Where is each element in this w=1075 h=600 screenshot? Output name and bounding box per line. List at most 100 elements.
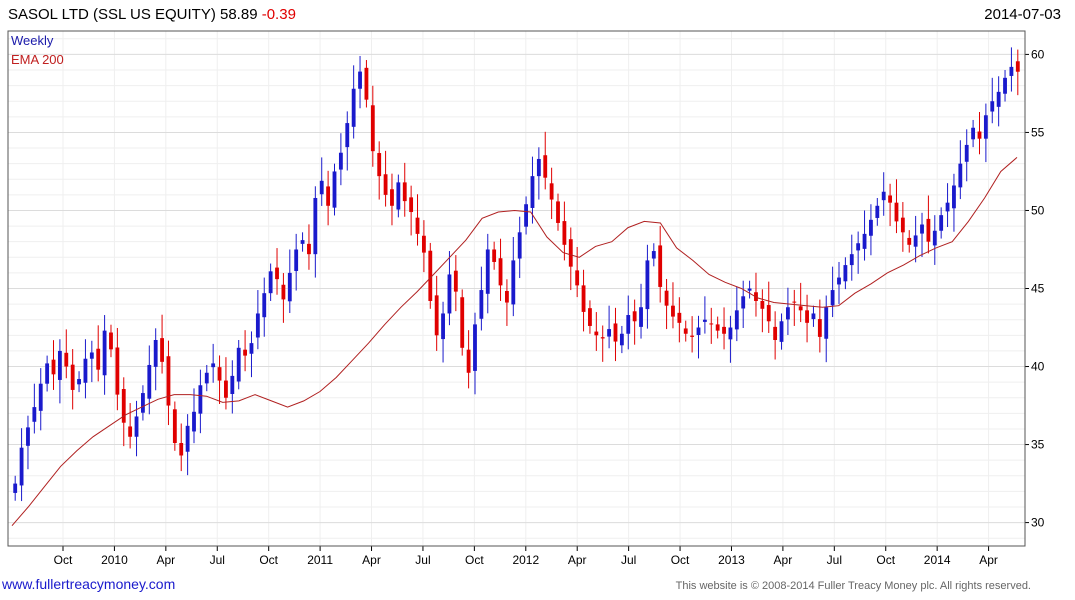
candle-body: [351, 88, 356, 127]
security-name: SASOL LTD (SSL US EQUITY): [8, 6, 216, 23]
candle-body: [204, 372, 209, 384]
candle-body: [294, 249, 299, 272]
candle-body: [600, 337, 605, 339]
candle-body: [581, 285, 586, 312]
candle-body: [115, 347, 120, 395]
candle-body: [556, 201, 560, 223]
y-tick-label: 45: [1031, 282, 1045, 296]
candle-body: [843, 265, 848, 282]
candle-body: [990, 101, 995, 112]
candle-body: [773, 326, 778, 340]
candle-body: [920, 224, 924, 234]
candle-body: [338, 152, 343, 170]
candle-body: [715, 324, 720, 331]
candle-body: [690, 335, 695, 337]
x-tick-label: 2012: [512, 553, 539, 567]
price-chart: Oct 2010 Apr Jul Oct 2011 Apr Jul Oct 2012 Apr Jul O…: [7, 30, 1045, 567]
candle-body: [243, 349, 248, 356]
candle-body: [160, 338, 164, 362]
candle-body: [785, 307, 790, 320]
candle-body: [275, 267, 279, 280]
candle-body: [83, 358, 88, 383]
candle-body: [632, 311, 637, 322]
candle-body: [671, 305, 675, 317]
x-tick-label: Oct: [259, 553, 278, 567]
candle-body: [983, 115, 988, 139]
x-tick-label: Jul: [415, 553, 430, 567]
candle-body: [766, 305, 771, 322]
x-tick-label: Apr: [568, 553, 587, 567]
candle-body: [64, 352, 69, 367]
candle-body: [313, 197, 318, 255]
candle-body: [505, 290, 509, 303]
candle-body: [166, 356, 171, 406]
candle-body: [543, 155, 548, 178]
candle-body: [447, 274, 452, 314]
candle-body: [185, 425, 190, 452]
x-tick-label: 2013: [718, 553, 745, 567]
candle-body: [945, 202, 950, 212]
candle-body: [952, 185, 956, 209]
candle-body: [907, 237, 912, 245]
website-link[interactable]: www.fullertreacymoney.com: [2, 576, 175, 592]
candle-body: [792, 301, 797, 303]
candle-body: [875, 205, 880, 218]
y-tick-label: 55: [1031, 125, 1045, 139]
candle-body: [19, 447, 24, 486]
candle-body: [332, 171, 337, 208]
candle-body: [728, 327, 733, 340]
candle-body: [971, 127, 976, 140]
candle-body: [607, 329, 612, 337]
chart-area: Oct 2010 Apr Jul Oct 2011 Apr Jul Oct 2012 Apr Jul O…: [0, 28, 1075, 581]
x-tick-label: Oct: [671, 553, 690, 567]
candle-body: [869, 219, 873, 236]
candle-body: [798, 306, 803, 311]
candle-body: [926, 218, 931, 242]
candle-body: [977, 131, 982, 139]
candle-body: [747, 288, 752, 291]
candle-body: [255, 313, 260, 338]
candle-body: [1009, 66, 1014, 76]
candle-body: [613, 323, 618, 342]
candle-body: [760, 300, 765, 309]
candle-body: [326, 186, 331, 206]
chart-title: SASOL LTD (SSL US EQUITY) 58.89 -0.39: [8, 6, 296, 23]
candle-body: [562, 221, 567, 245]
candle-body: [377, 153, 382, 177]
candle-body: [109, 332, 113, 350]
legend-ema-200: EMA 200: [11, 52, 64, 67]
candle-body: [498, 258, 503, 286]
candle-body: [45, 363, 50, 384]
x-tick-label: Oct: [876, 553, 895, 567]
candle-body: [568, 239, 573, 267]
candle-body: [1003, 77, 1007, 94]
x-tick-label: 2011: [307, 553, 333, 567]
candle-body: [370, 105, 375, 152]
candle-body: [549, 183, 554, 200]
x-tick-label: Apr: [774, 553, 793, 567]
candle-body: [594, 331, 599, 336]
candle-body: [996, 91, 1001, 107]
candle-body: [830, 290, 835, 306]
candle-body: [702, 319, 707, 322]
x-tick-label: Apr: [979, 553, 998, 567]
candle-body: [645, 260, 650, 310]
candle-body: [57, 350, 62, 380]
candle-body: [492, 249, 497, 262]
candle-body: [849, 254, 854, 266]
candle-body: [511, 260, 516, 305]
candle-body: [517, 232, 522, 259]
candle-body: [51, 359, 56, 375]
x-tick-label: Oct: [465, 553, 484, 567]
candle-body: [102, 330, 107, 376]
copyright-notice: This website is © 2008-2014 Fuller Treac…: [675, 580, 1031, 592]
candle-body: [262, 293, 267, 318]
x-tick-label: 2010: [101, 553, 128, 567]
candle-body: [888, 195, 893, 203]
candle-body: [211, 363, 216, 368]
candle-body: [1015, 61, 1020, 72]
candle-body: [964, 144, 969, 162]
candle-body: [402, 182, 407, 202]
chart-date: 2014-07-03: [984, 6, 1061, 23]
candle-body: [658, 245, 663, 287]
